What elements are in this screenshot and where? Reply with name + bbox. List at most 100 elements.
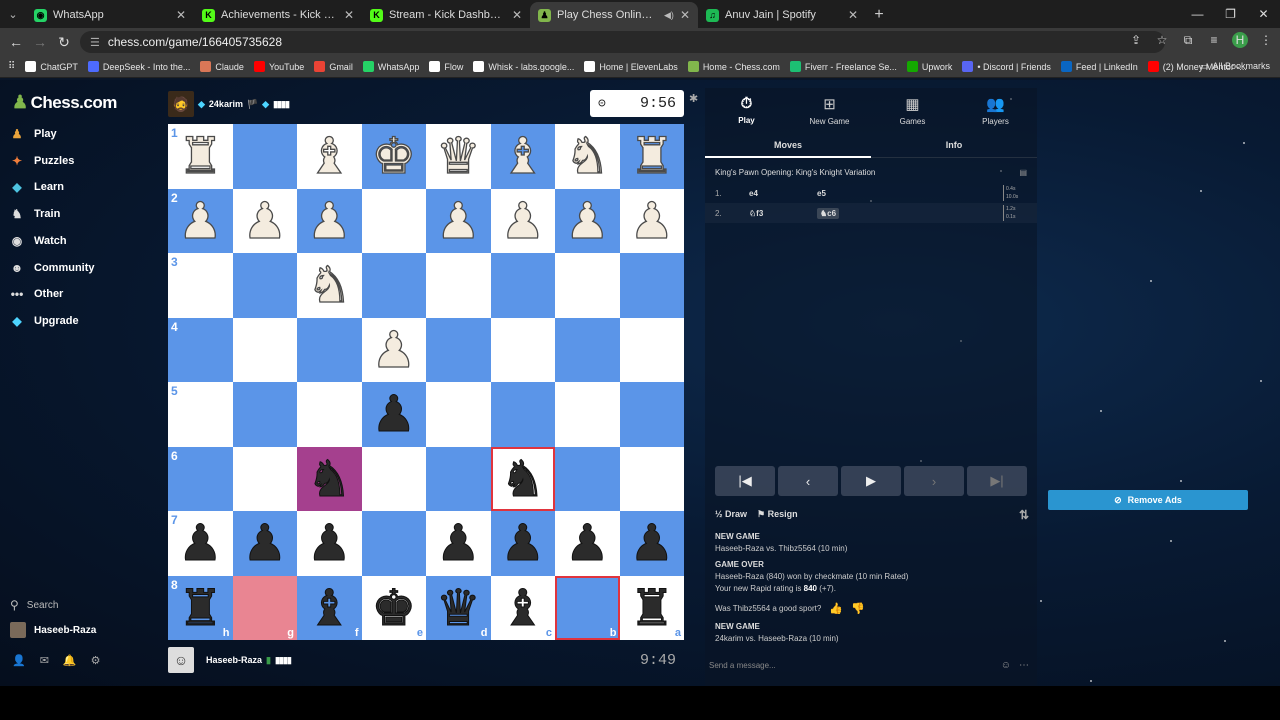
square-f5[interactable] [297,382,362,447]
square-h4[interactable]: 4 [168,317,233,382]
square-h5[interactable]: 5 [168,382,233,447]
black-rook-piece[interactable]: ♜ [177,582,223,633]
sidebar-item-learn[interactable]: ◆ Learn [10,180,64,194]
white-queen-piece[interactable]: ♛ [435,131,481,182]
close-tab-icon[interactable]: ✕ [176,8,186,22]
tab-players[interactable]: 👥 Players [954,88,1037,132]
emoji-icon[interactable]: ☺ [1001,660,1011,671]
close-tab-icon[interactable]: ✕ [512,8,522,22]
sidebar-item-puzzles[interactable]: ✦ Puzzles [10,154,74,168]
white-move[interactable]: e4 [749,189,817,198]
flip-board-icon[interactable]: ⇅ [1019,508,1029,522]
notifications-icon[interactable]: 🔔 [63,654,77,667]
black-pawn-piece[interactable]: ♟ [500,518,546,569]
white-pawn-piece[interactable]: ♟ [564,195,610,246]
sidebar-item-watch[interactable]: ◉ Watch [10,234,67,248]
square-b1[interactable]: ♞ [555,124,620,189]
square-g1[interactable] [232,124,297,189]
tab-search-button[interactable]: ⌄ [0,0,26,28]
square-e6[interactable] [361,446,426,511]
sidebar-item-train[interactable]: ♞ Train [10,207,61,221]
square-b3[interactable] [555,253,620,318]
white-rook-piece[interactable]: ♜ [177,131,223,182]
site-info-icon[interactable]: ☰ [90,36,100,49]
back-button[interactable]: ← [4,34,28,50]
square-g5[interactable] [232,382,297,447]
square-f1[interactable]: ♝ [297,124,362,189]
white-pawn-piece[interactable]: ♟ [371,324,417,375]
all-bookmarks[interactable]: ▭ All Bookmarks [1200,61,1270,72]
square-d5[interactable] [426,382,491,447]
square-d3[interactable] [426,253,491,318]
black-bishop-piece[interactable]: ♝ [500,582,546,633]
chess-board[interactable]: 1 ♜ ♝ ♚ ♛ ♝ ♞ ♜ 2 ♟ ♟ ♟ ♟ ♟ ♟ ♟ 3 ♞ 4 ♟ 5 ♟ 6 ♞ ♞ 7 ♟ ♟ ♟ ♟ ♟ ♟ ♟ 8 h ♜ g f ♝ e… [168,124,684,640]
remove-ads-button[interactable]: ⊘ Remove Ads [1048,490,1248,510]
square-b5[interactable] [555,382,620,447]
sidebar-search[interactable]: ⚲ Search [10,598,58,612]
square-c5[interactable] [490,382,555,447]
white-pawn-piece[interactable]: ♟ [629,195,675,246]
square-g6[interactable] [232,446,297,511]
bookmark-item[interactable]: Claude [200,61,244,72]
next-move-button[interactable]: › [904,466,964,496]
square-d8[interactable]: d ♛ [426,575,491,640]
last-move-button[interactable]: ▶| [967,466,1027,496]
browser-tab[interactable]: KAchievements - Kick Dashboard✕ [194,2,362,28]
bookmark-item[interactable]: Feed | LinkedIn [1060,61,1138,72]
square-g3[interactable] [232,253,297,318]
first-move-button[interactable]: |◀ [715,466,775,496]
bookmark-item[interactable]: ChatGPT [25,61,78,72]
square-b8[interactable]: b [555,575,620,640]
bookmark-item[interactable]: Whisk - labs.google... [473,61,574,72]
bookmark-item[interactable]: • Discord | Friends [962,61,1051,72]
white-king-piece[interactable]: ♚ [371,131,417,182]
new-tab-button[interactable]: + [866,2,892,28]
black-pawn-piece[interactable]: ♟ [371,389,417,440]
square-g2[interactable]: ♟ [232,188,297,253]
square-f4[interactable] [297,317,362,382]
square-b4[interactable] [555,317,620,382]
square-d6[interactable] [426,446,491,511]
square-e7[interactable] [361,511,426,576]
bookmark-star-icon[interactable]: ☆ [1154,33,1170,47]
tab-games[interactable]: ▦ Games [871,88,954,132]
black-pawn-piece[interactable]: ♟ [177,518,223,569]
square-f2[interactable]: ♟ [297,188,362,253]
board-settings-icon[interactable]: ✱ [689,92,698,105]
white-knight-piece[interactable]: ♞ [306,260,352,311]
black-pawn-piece[interactable]: ♟ [242,518,288,569]
square-a5[interactable] [619,382,684,447]
top-player[interactable]: 🧔 ◆ 24karim 🏴 ◆ ▮▮▮▮ [168,91,290,117]
square-c6[interactable]: ♞ [490,446,555,511]
square-d4[interactable] [426,317,491,382]
white-pawn-piece[interactable]: ♟ [242,195,288,246]
square-a7[interactable]: ♟ [619,511,684,576]
bookmark-item[interactable]: YouTube [253,61,304,72]
square-d2[interactable]: ♟ [426,188,491,253]
bookmark-item[interactable]: Fiverr - Freelance Se... [789,61,897,72]
browser-tab[interactable]: ♫ Anuv Jain | Spotify ✕ [698,2,866,28]
square-d7[interactable]: ♟ [426,511,491,576]
square-e8[interactable]: e ♚ [361,575,426,640]
square-e3[interactable] [361,253,426,318]
forward-button[interactable]: → [28,34,52,50]
square-a4[interactable] [619,317,684,382]
square-h7[interactable]: 7 ♟ [168,511,233,576]
square-c1[interactable]: ♝ [490,124,555,189]
square-d1[interactable]: ♛ [426,124,491,189]
square-e2[interactable] [361,188,426,253]
draw-button[interactable]: ½ Draw [715,509,747,520]
minimize-button[interactable]: — [1181,0,1214,28]
square-c4[interactable] [490,317,555,382]
black-knight-piece[interactable]: ♞ [500,453,546,504]
black-pawn-piece[interactable]: ♟ [629,518,675,569]
bookmark-item[interactable]: Home - Chess.com [687,61,780,72]
browser-tab[interactable]: ♟Play Chess Online for FREE◀)✕ [530,2,698,28]
chat-input[interactable]: Send a message... ☺ ⋯ [709,654,1035,676]
white-rook-piece[interactable]: ♜ [629,131,675,182]
close-window-button[interactable]: ✕ [1247,0,1280,28]
url-bar[interactable]: ☰ chess.com/game/166405735628 [80,31,1165,53]
sidebar-item-other[interactable]: ••• Other [10,287,64,301]
sidebar-item-community[interactable]: ☻ Community [10,261,95,275]
black-pawn-piece[interactable]: ♟ [435,518,481,569]
